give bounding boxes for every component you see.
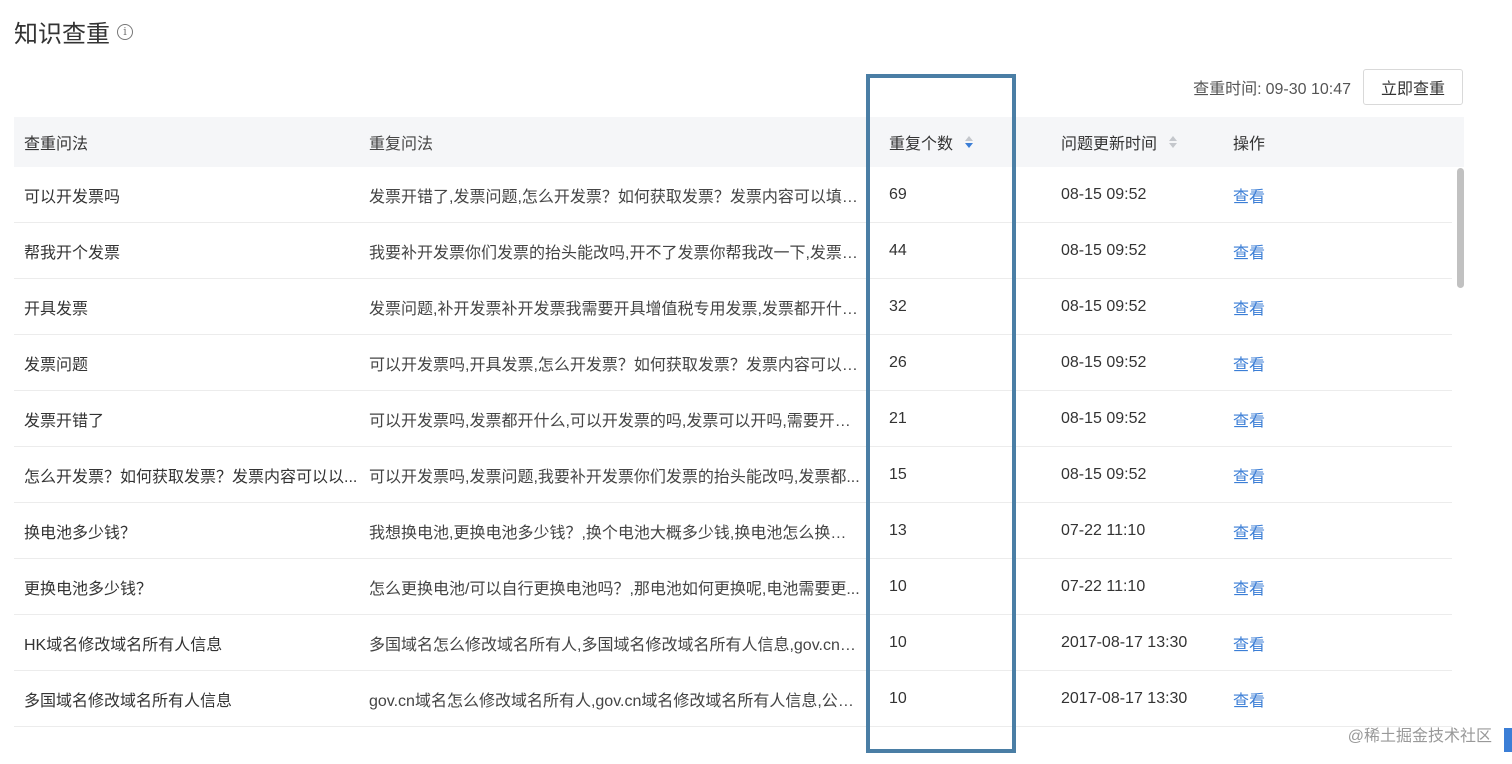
col-header-query: 查重问法 xyxy=(24,136,89,153)
check-time-label: 查重时间: xyxy=(1193,81,1262,98)
cell-query: 可以开发票吗 xyxy=(24,188,121,206)
table-row: 怎么开发票？如何获取发票？发票内容可以以... 可以开发票吗,发票问题,我要补开… xyxy=(14,447,1452,503)
cell-count: 10 xyxy=(889,633,907,651)
sort-asc-icon[interactable] xyxy=(1169,136,1178,141)
cell-count: 13 xyxy=(889,521,907,539)
cell-updated: 08-15 09:52 xyxy=(1061,241,1147,259)
view-link[interactable]: 查看 xyxy=(1233,469,1265,486)
sort-desc-icon[interactable] xyxy=(1169,143,1178,148)
col-header-updated[interactable]: 问题更新时间 xyxy=(1041,130,1213,154)
table-row: 多国域名修改域名所有人信息 gov.cn域名怎么修改域名所有人,gov.cn域名… xyxy=(14,671,1452,727)
view-link[interactable]: 查看 xyxy=(1233,693,1265,710)
cell-updated: 07-22 11:10 xyxy=(1061,521,1146,539)
table-scrollbar[interactable] xyxy=(1457,168,1464,288)
watermark: @稀土掘金技术社区 xyxy=(1347,728,1492,745)
cell-count: 32 xyxy=(889,297,907,315)
cell-count: 10 xyxy=(889,577,907,595)
cell-query: 帮我开个发票 xyxy=(24,244,121,262)
table-row: 换电池多少钱？ 我想换电池,更换电池多少钱？,换个电池大概多少钱,换电池怎么换？… xyxy=(14,503,1452,559)
cell-updated: 08-15 09:52 xyxy=(1061,353,1147,371)
sort-asc-icon[interactable] xyxy=(965,136,974,141)
view-link[interactable]: 查看 xyxy=(1233,301,1265,318)
cell-duplicates: 怎么更换电池/可以自行更换电池吗？,那电池如何更换呢,电池需要更... xyxy=(369,580,860,598)
table-row: 帮我开个发票 我要补开发票你们发票的抬头能改吗,开不了发票你帮我改一下,发票都.… xyxy=(14,223,1452,279)
info-icon[interactable]: i xyxy=(117,23,133,40)
page-title-text: 知识查重 xyxy=(14,21,110,48)
cell-count: 44 xyxy=(889,241,907,259)
view-link[interactable]: 查看 xyxy=(1233,357,1265,374)
check-time: 查重时间: 09-30 10:47 xyxy=(1193,75,1351,99)
cell-updated: 2017-08-17 13:30 xyxy=(1061,633,1188,651)
cell-query: 发票开错了 xyxy=(24,412,105,430)
check-time-value: 09-30 10:47 xyxy=(1265,81,1351,98)
cell-count: 26 xyxy=(889,353,907,371)
col-header-action: 操作 xyxy=(1233,136,1266,153)
cell-updated: 08-15 09:52 xyxy=(1061,297,1147,315)
view-link[interactable]: 查看 xyxy=(1233,413,1265,430)
view-link[interactable]: 查看 xyxy=(1233,245,1265,262)
table-row: 更换电池多少钱？ 怎么更换电池/可以自行更换电池吗？,那电池如何更换呢,电池需要… xyxy=(14,559,1452,615)
table-row: 发票问题 可以开发票吗,开具发票,怎么开发票？如何获取发票？发票内容可以填...… xyxy=(14,335,1452,391)
view-link[interactable]: 查看 xyxy=(1233,189,1265,206)
cell-updated: 08-15 09:52 xyxy=(1061,185,1147,203)
cell-duplicates: 发票开错了,发票问题,怎么开发票？如何获取发票？发票内容可以填写... xyxy=(369,188,869,206)
cell-query: 发票问题 xyxy=(24,356,89,374)
view-link[interactable]: 查看 xyxy=(1233,637,1265,654)
table-row: HK域名修改域名所有人信息 多国域名怎么修改域名所有人,多国域名修改域名所有人信… xyxy=(14,615,1452,671)
table-row: 发票开错了 可以开发票吗,发票都开什么,可以开发票的吗,发票可以开吗,需要开发.… xyxy=(14,391,1452,447)
check-now-button[interactable]: 立即查重 xyxy=(1363,69,1463,105)
cell-duplicates: gov.cn域名怎么修改域名所有人,gov.cn域名修改域名所有人信息,公司..… xyxy=(369,692,868,710)
toolbar: 查重时间: 09-30 10:47 立即查重 xyxy=(1193,69,1463,105)
col-header-count[interactable]: 重复个数 xyxy=(869,130,1041,154)
cell-query: 换电池多少钱？ xyxy=(24,524,137,542)
cell-updated: 08-15 09:52 xyxy=(1061,409,1147,427)
cell-count: 15 xyxy=(889,465,907,483)
col-header-count-label: 重复个数 xyxy=(889,136,954,153)
col-header-duplicates: 重复问法 xyxy=(369,136,434,153)
sort-count-icon[interactable] xyxy=(965,136,974,148)
cell-duplicates: 可以开发票吗,开具发票,怎么开发票？如何获取发票？发票内容可以填... xyxy=(369,356,869,374)
table-header: 查重问法 重复问法 重复个数 问题更新时间 操作 xyxy=(14,117,1464,167)
cell-duplicates: 我要补开发票你们发票的抬头能改吗,开不了发票你帮我改一下,发票都... xyxy=(369,244,869,262)
cell-query: HK域名修改域名所有人信息 xyxy=(24,636,223,654)
corner-mark xyxy=(1504,728,1512,752)
view-link[interactable]: 查看 xyxy=(1233,525,1265,542)
cell-duplicates: 多国域名怎么修改域名所有人,多国域名修改域名所有人信息,gov.cn域... xyxy=(369,636,869,654)
cell-query: 更换电池多少钱？ xyxy=(24,580,153,598)
cell-duplicates: 发票问题,补开发票补开发票我需要开具增值税专用发票,发票都开什么... xyxy=(369,300,869,318)
cell-query: 怎么开发票？如何获取发票？发票内容可以以... xyxy=(24,468,358,486)
cell-duplicates: 可以开发票吗,发票都开什么,可以开发票的吗,发票可以开吗,需要开发... xyxy=(369,412,865,430)
table-row: 可以开发票吗 发票开错了,发票问题,怎么开发票？如何获取发票？发票内容可以填写.… xyxy=(14,167,1452,223)
cell-query: 多国域名修改域名所有人信息 xyxy=(24,692,233,710)
cell-query: 开具发票 xyxy=(24,300,89,318)
cell-count: 10 xyxy=(889,689,907,707)
cell-duplicates: 可以开发票吗,发票问题,我要补开发票你们发票的抬头能改吗,发票都... xyxy=(369,468,860,486)
cell-count: 69 xyxy=(889,185,907,203)
col-header-updated-label: 问题更新时间 xyxy=(1061,136,1158,153)
cell-count: 21 xyxy=(889,409,907,427)
duplicate-table: 查重问法 重复问法 重复个数 问题更新时间 操作 可以开发票吗 发票开错了,发票… xyxy=(14,117,1464,727)
cell-duplicates: 我想换电池,更换电池多少钱？,换个电池大概多少钱,换电池怎么换？,... xyxy=(369,524,865,542)
cell-updated: 2017-08-17 13:30 xyxy=(1061,689,1188,707)
sort-desc-icon[interactable] xyxy=(965,143,974,148)
page-title: 知识查重 i xyxy=(14,14,133,49)
cell-updated: 07-22 11:10 xyxy=(1061,577,1146,595)
cell-updated: 08-15 09:52 xyxy=(1061,465,1147,483)
table-row: 开具发票 发票问题,补开发票补开发票我需要开具增值税专用发票,发票都开什么...… xyxy=(14,279,1452,335)
view-link[interactable]: 查看 xyxy=(1233,581,1265,598)
sort-updated-icon[interactable] xyxy=(1169,136,1178,148)
